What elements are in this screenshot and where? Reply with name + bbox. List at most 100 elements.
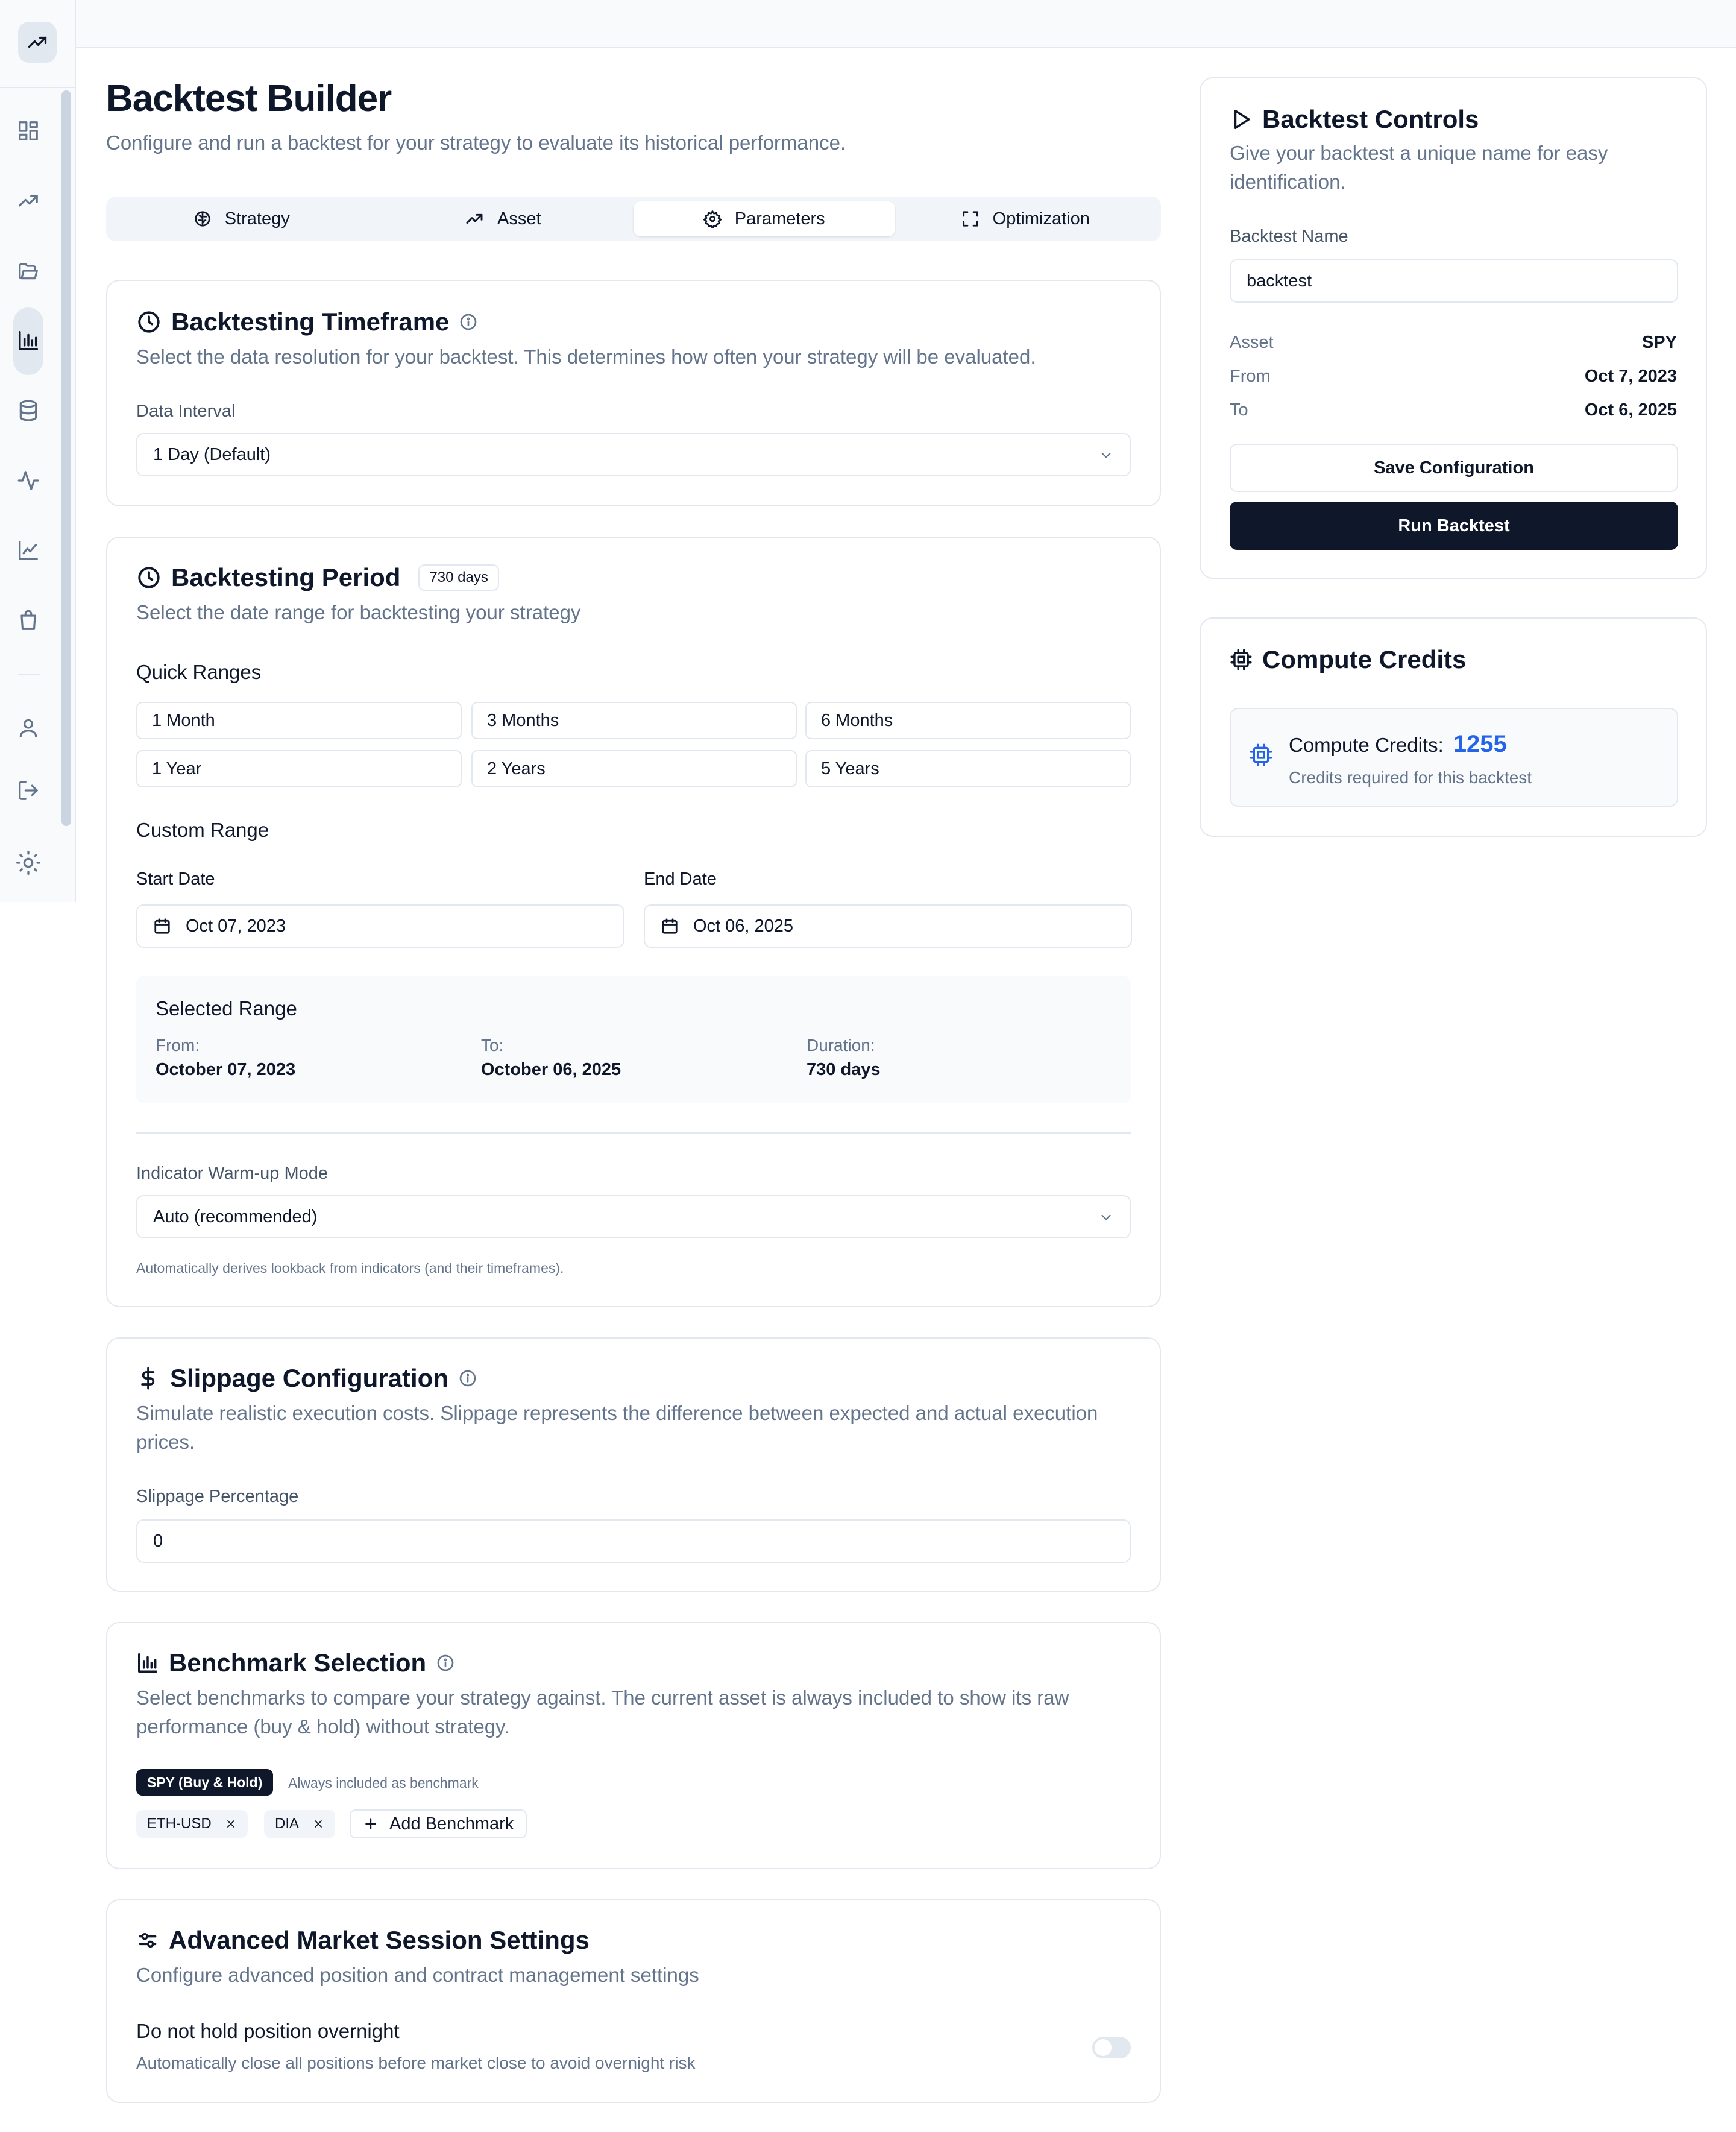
overnight-description: Automatically close all positions before… xyxy=(136,2054,696,2072)
start-date-label: Start Date xyxy=(136,869,215,889)
quick-range-1-month[interactable]: 1 Month xyxy=(136,702,462,739)
warmup-label: Indicator Warm-up Mode xyxy=(136,1164,329,1183)
summary-to: To Oct 6, 2025 xyxy=(1230,400,1677,420)
tab-optimization[interactable]: Optimization xyxy=(895,201,1157,236)
sidebar-item-marketplace[interactable] xyxy=(14,607,42,634)
sidebar-item-analytics[interactable] xyxy=(14,537,42,564)
sidebar-divider xyxy=(18,674,40,675)
quick-range-6-months[interactable]: 6 Months xyxy=(805,702,1131,739)
controls-title-row: Backtest Controls xyxy=(1230,105,1479,134)
info-icon[interactable] xyxy=(436,1653,455,1673)
credits-box: Compute Credits: 1255 Credits required f… xyxy=(1230,708,1678,807)
end-date-picker[interactable]: Oct 06, 2025 xyxy=(644,904,1132,948)
benchmark-chip-label: ETH-USD xyxy=(147,1815,212,1832)
sidebar-item-dashboard[interactable] xyxy=(14,117,42,145)
plus-icon xyxy=(365,1818,376,1829)
run-backtest-button[interactable]: Run Backtest xyxy=(1230,502,1678,550)
cpu-icon xyxy=(1230,649,1252,670)
credits-line: Compute Credits: 1255 xyxy=(1289,731,1507,758)
summary-from: From Oct 7, 2023 xyxy=(1230,367,1677,386)
expand-icon xyxy=(963,211,978,227)
add-benchmark-button[interactable]: Add Benchmark xyxy=(350,1809,527,1838)
overnight-toggle[interactable] xyxy=(1092,2037,1131,2058)
logout-icon xyxy=(19,781,38,800)
play-icon xyxy=(1234,110,1250,129)
user-icon xyxy=(19,719,37,737)
backtest-name-value: backtest xyxy=(1247,271,1312,291)
benchmark-title-row: Benchmark Selection xyxy=(136,1648,455,1677)
tab-asset[interactable]: Asset xyxy=(373,201,634,236)
data-interval-select[interactable]: 1 Day (Default) xyxy=(136,433,1131,476)
timeframe-title-row: Backtesting Timeframe xyxy=(136,308,478,336)
slippage-title-row: Slippage Configuration xyxy=(136,1364,477,1393)
sidebar-item-backtest[interactable] xyxy=(14,327,42,355)
end-date-label: End Date xyxy=(644,869,717,889)
top-bar xyxy=(76,0,1736,48)
save-configuration-button[interactable]: Save Configuration xyxy=(1230,444,1678,492)
fixed-benchmark-note: Always included as benchmark xyxy=(288,1775,479,1791)
warmup-mode-value: Auto (recommended) xyxy=(153,1206,318,1226)
info-icon[interactable] xyxy=(458,1369,477,1388)
line-chart-icon xyxy=(19,541,38,560)
days-badge: 730 days xyxy=(418,564,499,591)
credits-title: Compute Credits xyxy=(1262,645,1467,673)
period-title: Backtesting Period xyxy=(171,563,401,591)
benchmark-description: Select benchmarks to compare your strate… xyxy=(136,1686,1069,1738)
clock-icon xyxy=(138,311,160,333)
credits-value: 1255 xyxy=(1453,731,1507,757)
controls-title: Backtest Controls xyxy=(1262,105,1479,133)
sidebar-scrollbar[interactable] xyxy=(61,90,71,826)
custom-range-label: Custom Range xyxy=(136,819,269,841)
duration-label: Duration: xyxy=(807,1036,875,1055)
benchmark-chip-eth-usd: ETH-USD xyxy=(136,1810,248,1838)
from-label: From: xyxy=(156,1036,200,1055)
sidebar-item-strategies[interactable] xyxy=(14,187,42,215)
brain-icon xyxy=(195,211,210,227)
sidebar-item-theme[interactable] xyxy=(14,849,42,877)
benchmark-chip-dia: DIA xyxy=(264,1810,336,1838)
tab-optimization-label: Optimization xyxy=(992,209,1090,229)
from-value: Oct 7, 2023 xyxy=(1584,367,1677,386)
start-date-value: Oct 07, 2023 xyxy=(186,916,286,936)
slippage-title: Slippage Configuration xyxy=(170,1364,448,1392)
sidebar-item-activity[interactable] xyxy=(14,467,42,494)
sidebar-separator xyxy=(0,87,75,88)
slippage-input[interactable]: 0 xyxy=(136,1519,1131,1563)
tab-strategy[interactable]: Strategy xyxy=(111,201,373,236)
close-icon[interactable] xyxy=(225,1818,237,1830)
start-date-picker[interactable]: Oct 07, 2023 xyxy=(136,904,624,948)
selected-range-from: From: October 07, 2023 xyxy=(156,1036,295,1080)
benchmark-chip-label: DIA xyxy=(275,1815,300,1832)
dashboard-icon xyxy=(19,121,38,140)
quick-range-3-months[interactable]: 3 Months xyxy=(471,702,797,739)
trending-icon xyxy=(19,195,38,207)
quick-range-2-years[interactable]: 2 Years xyxy=(471,750,797,787)
credits-subtext: Credits required for this backtest xyxy=(1289,768,1532,787)
sidebar-item-files[interactable] xyxy=(14,257,42,285)
asset-label: Asset xyxy=(1230,333,1274,352)
sidebar-item-data[interactable] xyxy=(14,397,42,424)
cpu-icon xyxy=(1250,743,1272,766)
close-icon[interactable] xyxy=(312,1818,324,1830)
to-label: To: xyxy=(481,1036,504,1055)
credits-label: Compute Credits: xyxy=(1289,734,1444,756)
from-value: October 07, 2023 xyxy=(156,1060,296,1079)
folder-icon xyxy=(19,263,38,280)
info-icon[interactable] xyxy=(459,312,478,332)
period-card: Backtesting Period 730 days Select the d… xyxy=(106,537,1161,1307)
quick-range-1-year[interactable]: 1 Year xyxy=(136,750,462,787)
slippage-value: 0 xyxy=(153,1531,163,1551)
app-logo[interactable] xyxy=(18,22,57,63)
sidebar-item-profile[interactable] xyxy=(14,714,42,742)
benchmark-title: Benchmark Selection xyxy=(169,1648,427,1677)
warmup-mode-select[interactable]: Auto (recommended) xyxy=(136,1195,1131,1238)
timeframe-card: Backtesting Timeframe Select the data re… xyxy=(106,280,1161,506)
sliders-icon xyxy=(139,1932,157,1948)
fixed-benchmark-chip: SPY (Buy & Hold) xyxy=(136,1769,274,1796)
sidebar-item-logout[interactable] xyxy=(14,777,42,804)
tab-parameters[interactable]: Parameters xyxy=(634,201,895,236)
sun-icon xyxy=(16,851,40,875)
backtest-name-input[interactable]: backtest xyxy=(1230,259,1678,303)
quick-range-5-years[interactable]: 5 Years xyxy=(805,750,1131,787)
backtest-name-label: Backtest Name xyxy=(1230,227,1348,246)
